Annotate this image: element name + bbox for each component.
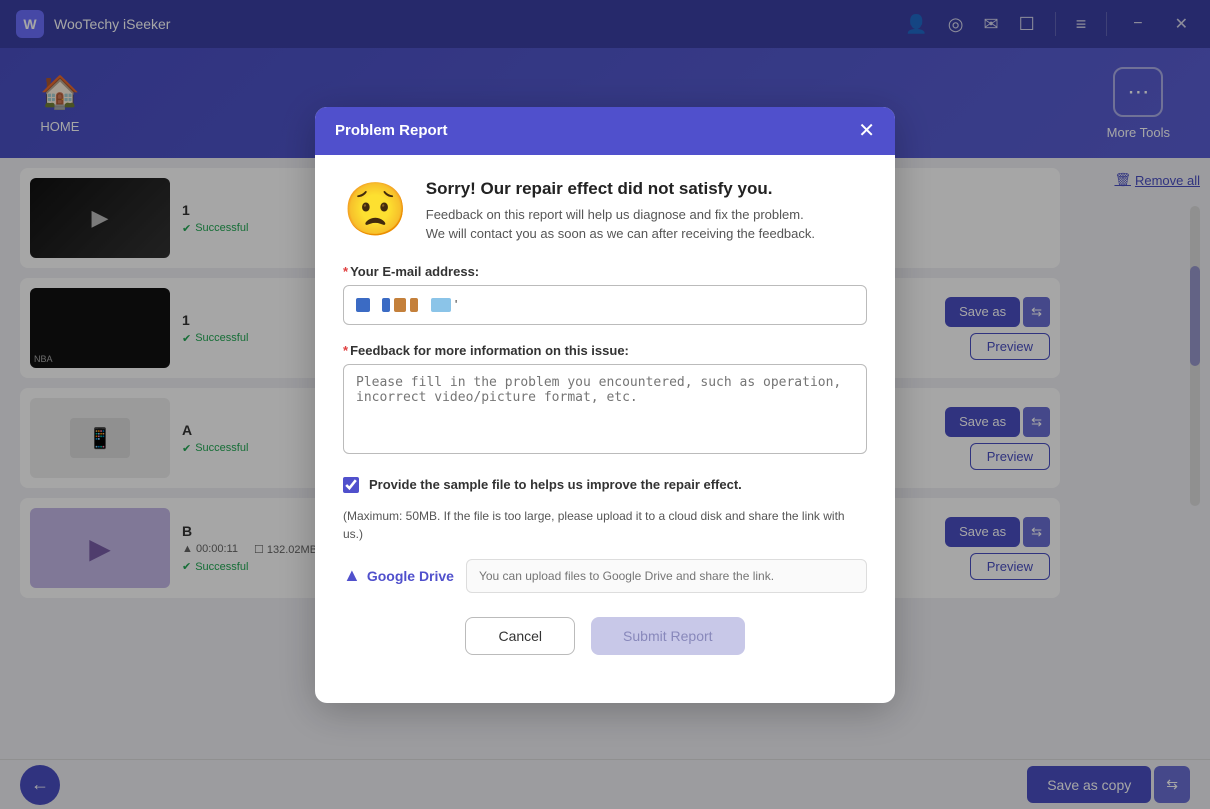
google-drive-row: ▲ Google Drive	[343, 559, 867, 593]
modal-overlay: Problem Report ✕ 😟 Sorry! Our repair eff…	[0, 0, 1210, 809]
email-pixel-1	[356, 298, 370, 312]
email-label: * Your E-mail address:	[343, 264, 867, 279]
sorry-row: 😟 Sorry! Our repair effect did not satis…	[343, 179, 867, 244]
modal-header: Problem Report ✕	[315, 107, 895, 155]
feedback-label: * Feedback for more information on this …	[343, 343, 867, 358]
sorry-subtitle: Feedback on this report will help us dia…	[426, 205, 815, 244]
google-drive-button[interactable]: ▲ Google Drive	[343, 565, 454, 586]
modal-close-button[interactable]: ✕	[858, 121, 875, 141]
checkbox-label: Provide the sample file to helps us impr…	[369, 477, 742, 492]
email-pixel-3	[394, 298, 406, 312]
required-star-2: *	[343, 343, 348, 358]
email-apostrophe: '	[455, 297, 457, 312]
cancel-button[interactable]: Cancel	[465, 617, 575, 655]
upload-note: (Maximum: 50MB. If the file is too large…	[343, 507, 867, 543]
submit-report-button[interactable]: Submit Report	[591, 617, 744, 655]
modal-body: 😟 Sorry! Our repair effect did not satis…	[315, 155, 895, 703]
required-star: *	[343, 264, 348, 279]
problem-report-modal: Problem Report ✕ 😟 Sorry! Our repair eff…	[315, 107, 895, 703]
email-pixel-5	[431, 298, 451, 312]
drive-icon: ▲	[343, 565, 361, 586]
sorry-text: Sorry! Our repair effect did not satisfy…	[426, 179, 815, 244]
sorry-title: Sorry! Our repair effect did not satisfy…	[426, 179, 815, 199]
sample-file-checkbox[interactable]	[343, 477, 359, 493]
email-pixel-4	[410, 298, 418, 312]
modal-title: Problem Report	[335, 122, 448, 139]
checkbox-row: Provide the sample file to helps us impr…	[343, 477, 867, 493]
email-display: '	[343, 285, 867, 325]
email-pixel-2	[382, 298, 390, 312]
sad-emoji: 😟	[343, 179, 408, 240]
drive-link-input[interactable]	[466, 559, 867, 593]
modal-footer: Cancel Submit Report	[343, 617, 867, 679]
feedback-textarea[interactable]	[343, 364, 867, 454]
